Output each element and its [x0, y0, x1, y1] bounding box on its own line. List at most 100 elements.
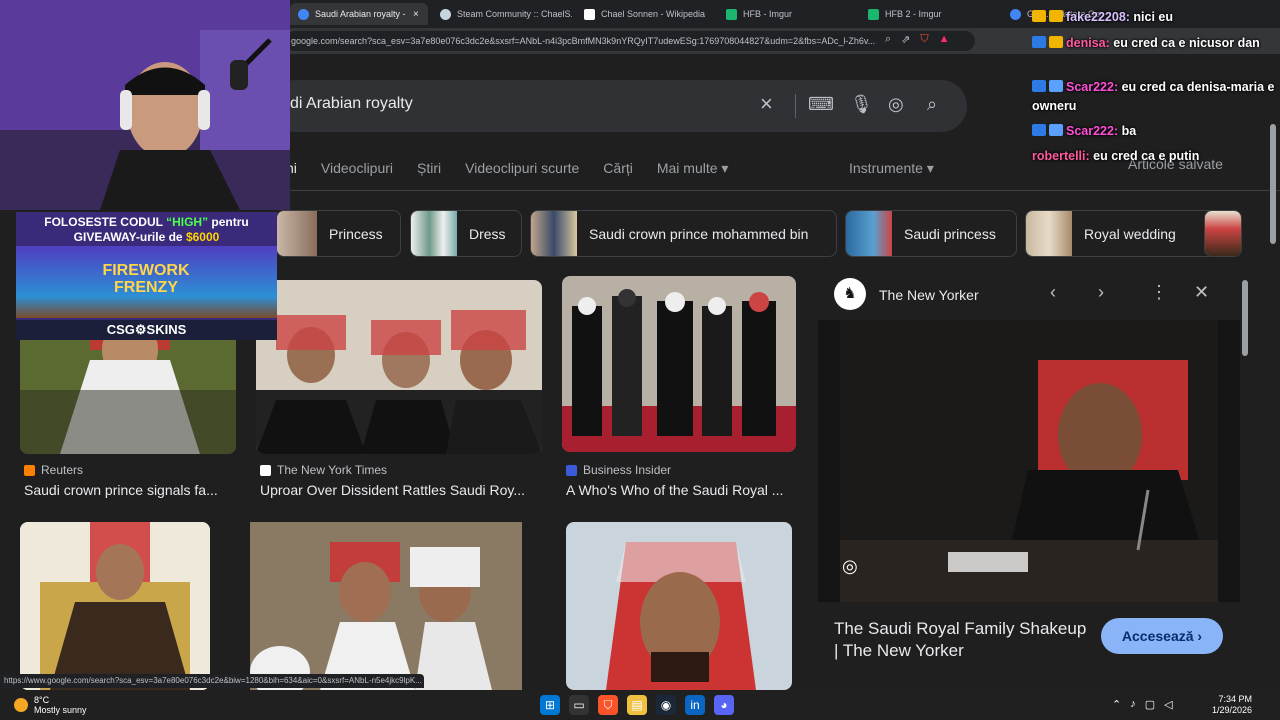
volume-icon[interactable]: ♪	[1130, 698, 1136, 711]
group-illustration	[250, 522, 522, 690]
promo-code: “HIGH”	[166, 215, 209, 229]
chip-thumbnail	[411, 211, 457, 256]
chat-username: fake22208:	[1066, 10, 1130, 24]
mic-icon[interactable]: 🎙	[850, 94, 873, 115]
result-source: Business Insider	[566, 463, 671, 477]
panel-source-name[interactable]: The New Yorker	[879, 287, 979, 303]
lens-icon[interactable]: ◎	[842, 556, 858, 577]
weather-condition: Mostly sunny	[34, 705, 87, 715]
tab-title: HFB 2 - Imgur	[885, 9, 942, 19]
nytimes-icon	[260, 464, 271, 476]
tab-wikipedia[interactable]: Chael Sonnen - Wikipedia	[576, 3, 716, 25]
chip-thumbnail	[846, 211, 892, 256]
file-explorer-icon[interactable]: ▤	[627, 695, 647, 715]
promo-brand: CSG⚙SKINS	[16, 320, 277, 340]
tab-title: Saudi Arabian royalty - Căutare Google	[315, 9, 405, 19]
chip-dress[interactable]: Dress	[410, 210, 522, 257]
chip-saudi-crown-prince[interactable]: Saudi crown prince mohammed bin	[530, 210, 837, 257]
chat-username: denisa:	[1066, 36, 1110, 50]
tab-imgur-1[interactable]: HFB - Imgur	[718, 3, 858, 25]
start-icon[interactable]: ⊞	[540, 695, 560, 715]
reuters-icon	[24, 464, 35, 476]
search-icon[interactable]: ⌕	[927, 94, 937, 115]
close-icon[interactable]: ✕	[1194, 282, 1209, 303]
promo-amount: $6000	[185, 230, 220, 244]
brave-rewards-icon[interactable]: ▲	[939, 33, 950, 46]
result-title[interactable]: A Who's Who of the Saudi Royal ...	[566, 482, 796, 498]
more-options-icon[interactable]: ⋮	[1150, 282, 1168, 303]
lens-icon[interactable]: ◎	[888, 94, 904, 115]
visit-button[interactable]: Accesează ›	[1101, 618, 1223, 654]
brave-shield-icon[interactable]: ⛉	[920, 33, 928, 46]
group-illustration	[256, 280, 542, 454]
address-bar[interactable]: google.com/search?sca_esv=3a7e80e076c3dc…	[285, 31, 975, 51]
chat-message: denisa: eu cred ca e nicusor dan	[1032, 34, 1276, 53]
tab-saudi-search[interactable]: Saudi Arabian royalty - Căutare Google ×	[290, 3, 428, 25]
promo-text-part: FOLOSESTE CODUL	[44, 215, 167, 229]
search-input[interactable]: di Arabian royalty	[290, 95, 413, 113]
result-thumbnail[interactable]	[562, 276, 796, 452]
result-title[interactable]: Saudi crown prince signals fa...	[24, 482, 234, 498]
panel-scrollbar[interactable]	[1242, 280, 1248, 680]
chip-princess[interactable]: Princess	[276, 210, 401, 257]
steam-icon[interactable]: ◉	[656, 695, 676, 715]
speaker-icon[interactable]: ◁	[1164, 698, 1172, 711]
chip-saudi-princess[interactable]: Saudi princess	[845, 210, 1017, 257]
tab-title: Steam Community :: ChaelS.	[457, 9, 572, 19]
panel-title[interactable]: The Saudi Royal Family Shakeup | The New…	[834, 618, 1094, 662]
zoom-icon[interactable]: ⌕	[885, 33, 891, 46]
discord-icon[interactable]: ◕	[714, 695, 734, 715]
tools-button[interactable]: Instrumente ▾	[849, 160, 934, 177]
chip-label: Princess	[329, 225, 383, 242]
clock-time: 7:34 PM	[1218, 694, 1252, 704]
show-hidden-icon[interactable]: ⌃	[1112, 698, 1121, 711]
tab-books[interactable]: Cărți	[603, 160, 633, 180]
close-tab-icon[interactable]: ×	[413, 9, 419, 20]
tab-imgur-2[interactable]: HFB 2 - Imgur	[860, 3, 1000, 25]
result-title[interactable]: Uproar Over Dissident Rattles Saudi Roy.…	[260, 482, 542, 498]
chat-message: Scar222: ba	[1032, 122, 1276, 141]
result-thumbnail[interactable]	[256, 280, 542, 454]
network-icon[interactable]: ▢	[1145, 698, 1155, 711]
keyboard-icon[interactable]: ⌨	[808, 94, 834, 115]
weather-widget[interactable]: 8°C Mostly sunny	[14, 695, 87, 715]
chat-text: nici eu	[1129, 10, 1174, 24]
tab-more[interactable]: Mai multe ▾	[657, 160, 729, 180]
task-view-icon[interactable]: ▭	[569, 695, 589, 715]
scroll-thumb[interactable]	[1242, 280, 1248, 356]
previous-icon[interactable]: ‹	[1050, 282, 1056, 303]
linkedin-icon[interactable]: in	[685, 695, 705, 715]
share-icon[interactable]: ⇗	[901, 33, 910, 46]
crown-badge-icon	[1049, 36, 1063, 48]
crown-badge-icon	[1049, 10, 1063, 22]
result-thumbnail[interactable]	[230, 522, 542, 690]
chip-thumbnail	[531, 211, 577, 256]
status-bar-url: https://www.google.com/search?sca_esv=3a…	[0, 674, 424, 688]
chat-username: robertelli:	[1032, 149, 1090, 163]
tab-news[interactable]: Știri	[417, 160, 441, 180]
next-icon[interactable]: ›	[1098, 282, 1104, 303]
imgur-icon	[726, 8, 737, 20]
tab-short-videos[interactable]: Videoclipuri scurte	[465, 160, 579, 180]
promo-game-title: FIREWORK FRENZY	[102, 262, 190, 296]
chip-label: Dress	[469, 225, 506, 242]
chat-text: eu cred ca e putin	[1089, 149, 1200, 163]
chip-royal-wedding[interactable]: Royal wedding	[1025, 210, 1217, 257]
chip-more[interactable]	[1204, 210, 1242, 257]
google-icon	[298, 8, 309, 20]
tab-title: Chael Sonnen - Wikipedia	[601, 9, 706, 19]
promo-text: FOLOSESTE CODUL “HIGH” pentru GIVEAWAY-u…	[16, 215, 277, 245]
tab-steam[interactable]: Steam Community :: ChaelS.	[432, 3, 572, 25]
prime-badge-icon	[1032, 124, 1046, 136]
preview-image[interactable]: ◎	[818, 320, 1240, 602]
search-box[interactable]: di Arabian royalty × ⌨ 🎙 ◎ ⌕	[270, 80, 967, 132]
tab-videos[interactable]: Videoclipuri	[321, 160, 393, 180]
brave-icon[interactable]: ⛉	[598, 695, 618, 715]
sun-icon	[14, 698, 28, 712]
result-thumbnail[interactable]	[20, 522, 210, 690]
clear-icon[interactable]: ×	[760, 91, 773, 117]
result-thumbnail[interactable]	[566, 522, 792, 690]
windows-taskbar: 8°C Mostly sunny ⊞ ▭ ⛉ ▤ ◉ in ◕ ⌃ ♪ ▢ ◁ …	[0, 690, 1280, 720]
clock[interactable]: 7:34 PM 1/29/2026	[1212, 694, 1252, 716]
page-scrollbar[interactable]	[1270, 114, 1276, 714]
